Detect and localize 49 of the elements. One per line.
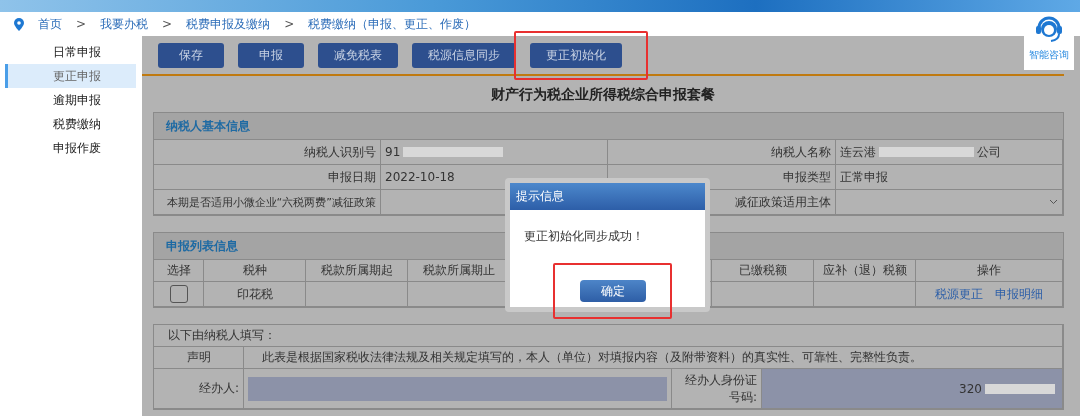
breadcrumb-separator: > <box>162 17 173 31</box>
column-header: 已缴税额 <box>712 260 814 282</box>
action-link[interactable]: 申报明细 <box>995 285 1043 303</box>
column-header: 应补（退）税额 <box>814 260 916 282</box>
form-title: 财产行为税企业所得税综合申报套餐 <box>490 85 716 104</box>
sidebar-item[interactable]: 逾期申报 <box>5 88 136 112</box>
breadcrumb-link[interactable]: 税费缴纳（申报、更正、作废） <box>308 15 477 33</box>
dialog-title: 提示信息 <box>510 183 705 210</box>
confirm-button[interactable]: 确定 <box>580 280 646 302</box>
checkbox[interactable] <box>169 285 188 303</box>
location-pin-icon <box>14 17 24 31</box>
toolbar-button[interactable]: 更正初始化 <box>530 42 622 68</box>
toolbar-button[interactable]: 申报 <box>238 42 304 68</box>
breadcrumb-link[interactable]: 我要办税 <box>100 15 149 33</box>
field-label: 纳税人识别号 <box>154 140 381 165</box>
column-header: 税种 <box>204 260 306 282</box>
action-link[interactable]: 税源更正 <box>935 285 983 303</box>
column-header: 税款所属期起 <box>306 260 408 282</box>
toolbar-button[interactable]: 保存 <box>158 42 224 68</box>
breadcrumb-separator: > <box>284 17 295 31</box>
breadcrumb-link[interactable]: 首页 <box>38 15 62 33</box>
section-title: 以下由纳税人填写： <box>154 325 1063 347</box>
select-field[interactable] <box>836 190 1063 215</box>
field-label: 本期是否适用小微企业“六税两费”减征政策 <box>154 190 381 215</box>
breadcrumb-separator: > <box>76 17 87 31</box>
field-label: 声明 <box>154 347 244 369</box>
field-value: 91 <box>381 140 608 165</box>
sidebar-item[interactable]: 更正申报 <box>5 64 136 88</box>
toolbar-button[interactable]: 税源信息同步 <box>412 42 516 68</box>
field-label: 纳税人名称 <box>608 140 836 165</box>
column-header: 操作 <box>916 260 1063 282</box>
sidebar-item[interactable]: 申报作废 <box>5 136 136 160</box>
field-value: 正常申报 <box>836 165 1063 190</box>
sidebar-item[interactable]: 税费缴纳 <box>5 112 136 136</box>
field-value: 连云港 公司 <box>836 140 1063 165</box>
agent-id-field[interactable]: 320 <box>762 369 1063 409</box>
field-label: 申报日期 <box>154 165 381 190</box>
breadcrumb-link[interactable]: 税费申报及缴纳 <box>186 15 271 33</box>
column-header: 选择 <box>154 260 204 282</box>
section-title: 纳税人基本信息 <box>154 113 1063 140</box>
headset-icon <box>1035 14 1063 44</box>
field-label: 经办人: <box>154 369 244 409</box>
help-widget[interactable]: 智能咨询 <box>1024 14 1074 70</box>
sidebar-item[interactable]: 日常申报 <box>5 40 136 64</box>
chevron-down-icon <box>1049 199 1058 205</box>
agent-field[interactable] <box>244 369 672 409</box>
toolbar-button[interactable]: 减免税表 <box>318 42 398 68</box>
redacted-block <box>985 383 1055 394</box>
table-cell: 印花税 <box>204 282 306 307</box>
